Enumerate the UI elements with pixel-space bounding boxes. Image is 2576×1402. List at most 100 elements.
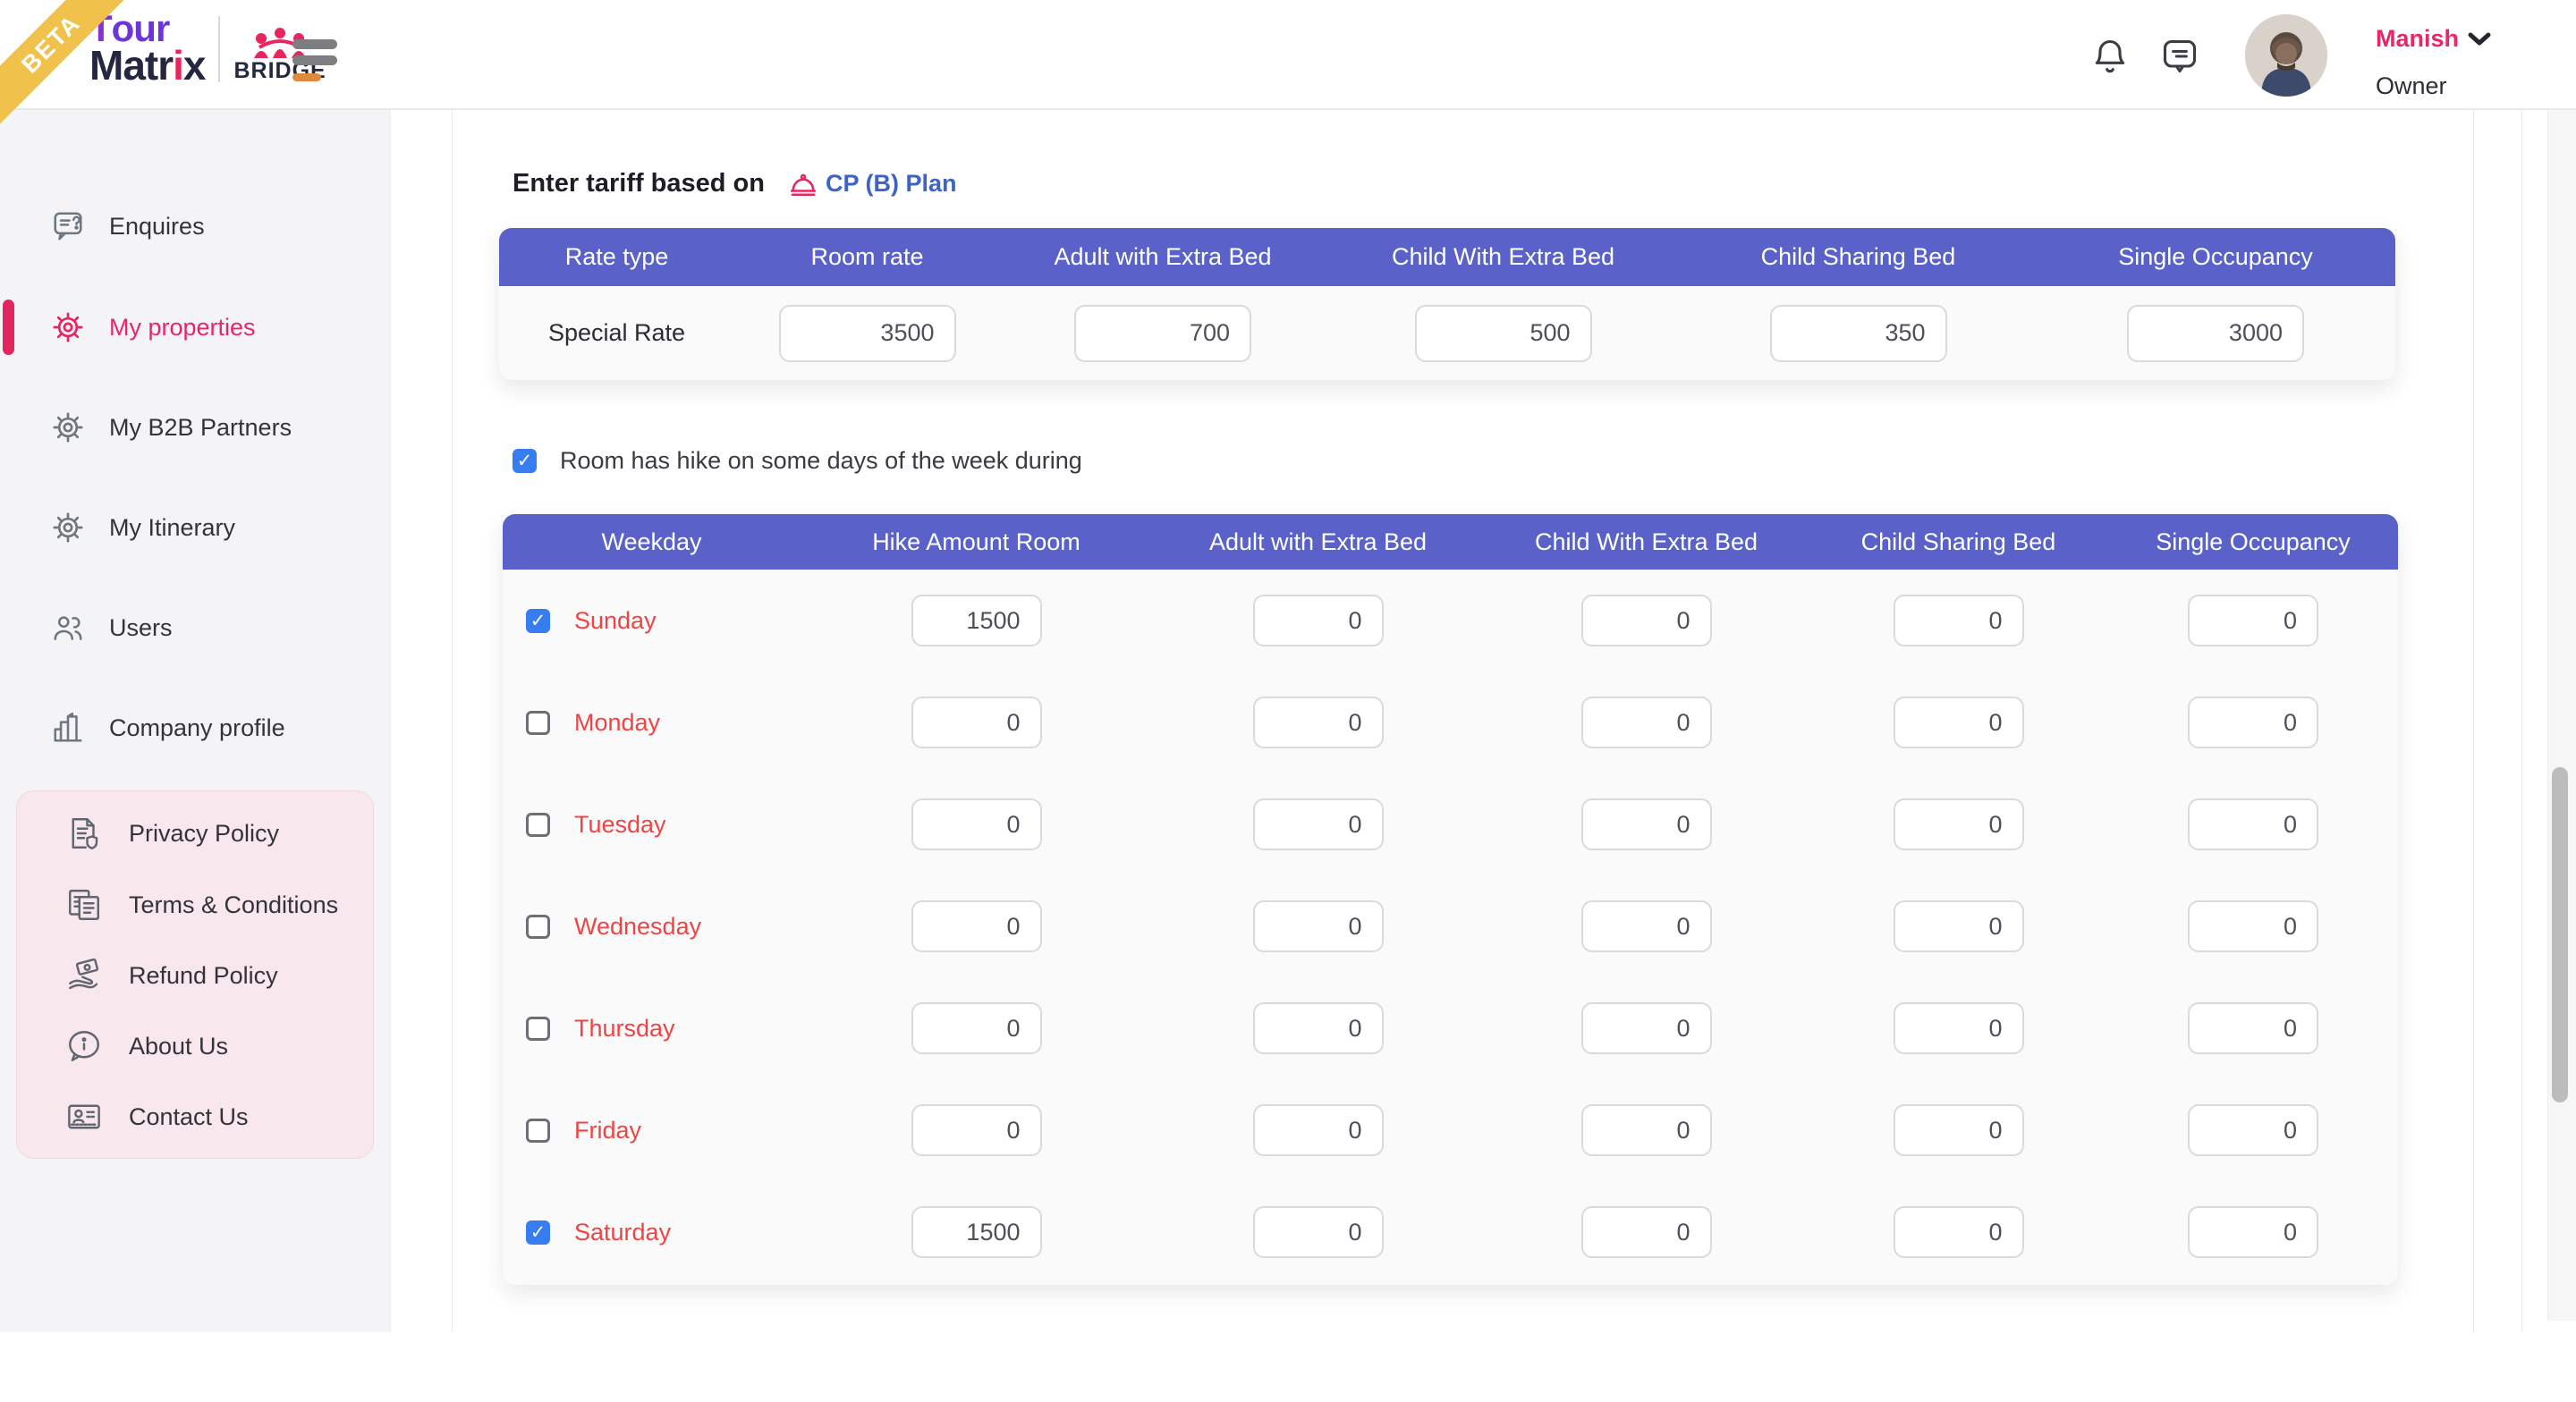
hike-value-input[interactable] bbox=[911, 798, 1042, 850]
rate-value-input[interactable] bbox=[2127, 305, 2304, 362]
sidebar-item-contact-us[interactable]: Contact Us bbox=[17, 1087, 373, 1146]
plan-link[interactable]: CP (B) Plan bbox=[788, 168, 957, 198]
sidebar-item-label: My B2B Partners bbox=[109, 414, 292, 442]
hike-value-input[interactable] bbox=[1894, 900, 2024, 952]
hike-value-input[interactable] bbox=[1253, 900, 1384, 952]
app-logo[interactable]: Tour Matrix BRIDGE bbox=[89, 11, 326, 86]
sidebar-item-about-us[interactable]: About Us bbox=[17, 1017, 373, 1076]
users-icon bbox=[51, 611, 85, 645]
hike-value-input[interactable] bbox=[2188, 1206, 2318, 1258]
hike-checkbox-label: Room has hike on some days of the week d… bbox=[560, 447, 1082, 475]
sidebar-item-terms-conditions[interactable]: Terms & Conditions bbox=[17, 875, 373, 934]
hike-value-input[interactable] bbox=[1253, 798, 1384, 850]
weekday-checkbox[interactable]: ✓ bbox=[526, 609, 550, 633]
hike-value-input[interactable] bbox=[1581, 1002, 1712, 1054]
sidebar-item-privacy-policy[interactable]: Privacy Policy bbox=[17, 804, 373, 863]
hike-checkbox[interactable]: ✓ bbox=[513, 449, 537, 473]
sidebar-item-my-itinerary[interactable]: My Itinerary bbox=[0, 500, 391, 555]
hike-value-input[interactable] bbox=[1253, 1002, 1384, 1054]
hike-value-input[interactable] bbox=[1253, 595, 1384, 646]
hike-value-input[interactable] bbox=[2188, 798, 2318, 850]
hike-value-cell bbox=[1809, 1206, 2108, 1258]
hike-value-input[interactable] bbox=[911, 595, 1042, 646]
page-scrollbar-track[interactable] bbox=[2547, 110, 2576, 1321]
rate-value-input[interactable] bbox=[1770, 305, 1947, 362]
hike-value-input[interactable] bbox=[1894, 1002, 2024, 1054]
hike-value-input[interactable] bbox=[1894, 595, 2024, 646]
hike-value-cell bbox=[1152, 1206, 1484, 1258]
sidebar-item-users[interactable]: Users bbox=[0, 600, 391, 655]
weekday-cell: Monday bbox=[503, 709, 801, 737]
hike-value-input[interactable] bbox=[2188, 595, 2318, 646]
chat-question-icon bbox=[51, 209, 85, 243]
hike-value-cell bbox=[1484, 1002, 1809, 1054]
hike-value-cell bbox=[1484, 1206, 1809, 1258]
hike-value-input[interactable] bbox=[911, 1104, 1042, 1156]
tariff-title: Enter tariff based on bbox=[513, 169, 765, 198]
hike-value-input[interactable] bbox=[911, 900, 1042, 952]
hike-table-body: ✓SundayMondayTuesdayWednesdayThursdayFri… bbox=[503, 570, 2398, 1283]
chat-icon[interactable] bbox=[2160, 36, 2199, 77]
sidebar-item-label: Refund Policy bbox=[129, 962, 278, 990]
rate-table: Rate typeRoom rateAdult with Extra BedCh… bbox=[499, 228, 2395, 380]
hike-table-col-header: Single Occupancy bbox=[2108, 514, 2398, 570]
contact-card-icon bbox=[65, 1098, 103, 1136]
hike-value-input[interactable] bbox=[911, 1206, 1042, 1258]
user-avatar[interactable] bbox=[2245, 14, 2327, 97]
weekday-checkbox[interactable] bbox=[526, 1017, 550, 1041]
gear-icon bbox=[51, 310, 85, 344]
hike-value-input[interactable] bbox=[2188, 1002, 2318, 1054]
hike-value-input[interactable] bbox=[1581, 900, 1712, 952]
weekday-label: Wednesday bbox=[574, 913, 701, 941]
rate-value-input[interactable] bbox=[1074, 305, 1251, 362]
sidebar-item-my-b2b-partners[interactable]: My B2B Partners bbox=[0, 400, 391, 455]
notification-bell-icon[interactable] bbox=[2090, 36, 2130, 77]
sidebar-item-my-properties[interactable]: My properties bbox=[0, 300, 391, 355]
inner-scrollbar-track bbox=[2473, 110, 2522, 1332]
weekday-label: Monday bbox=[574, 709, 660, 737]
hike-value-input[interactable] bbox=[1253, 1206, 1384, 1258]
hike-value-cell bbox=[2108, 1002, 2398, 1054]
hike-value-input[interactable] bbox=[1581, 1206, 1712, 1258]
sidebar-item-enquires[interactable]: Enquires bbox=[0, 198, 391, 254]
hike-value-input[interactable] bbox=[2188, 697, 2318, 748]
menu-toggle-icon[interactable] bbox=[292, 38, 339, 88]
hike-value-cell bbox=[1152, 1002, 1484, 1054]
chevron-down-icon bbox=[2468, 31, 2491, 47]
hike-table-col-header: Weekday bbox=[503, 514, 801, 570]
weekday-checkbox[interactable] bbox=[526, 813, 550, 837]
table-row: ✓Sunday bbox=[503, 570, 2398, 671]
weekday-checkbox[interactable] bbox=[526, 915, 550, 939]
sidebar-item-refund-policy[interactable]: Refund Policy bbox=[17, 946, 373, 1005]
hike-value-input[interactable] bbox=[1581, 595, 1712, 646]
hike-value-input[interactable] bbox=[911, 1002, 1042, 1054]
rate-value-input[interactable] bbox=[779, 305, 956, 362]
page-scrollbar-thumb[interactable] bbox=[2552, 767, 2568, 1102]
rate-type-cell: Special Rate bbox=[499, 319, 734, 347]
hike-value-input[interactable] bbox=[1894, 1104, 2024, 1156]
table-row: Friday bbox=[503, 1079, 2398, 1181]
hike-value-input[interactable] bbox=[1581, 1104, 1712, 1156]
hike-value-input[interactable] bbox=[1894, 697, 2024, 748]
hike-value-cell bbox=[801, 595, 1152, 646]
rate-value-input[interactable] bbox=[1415, 305, 1592, 362]
hike-value-input[interactable] bbox=[911, 697, 1042, 748]
hike-value-input[interactable] bbox=[1581, 697, 1712, 748]
hike-value-input[interactable] bbox=[1894, 798, 2024, 850]
hike-value-input[interactable] bbox=[1894, 1206, 2024, 1258]
plan-link-label: CP (B) Plan bbox=[826, 170, 957, 198]
hike-value-input[interactable] bbox=[2188, 1104, 2318, 1156]
table-row: Special Rate bbox=[499, 286, 2395, 380]
hike-value-input[interactable] bbox=[1253, 1104, 1384, 1156]
hike-value-input[interactable] bbox=[1581, 798, 1712, 850]
weekday-checkbox[interactable] bbox=[526, 711, 550, 735]
sidebar-item-company-profile[interactable]: Company profile bbox=[0, 700, 391, 756]
weekday-checkbox[interactable] bbox=[526, 1119, 550, 1143]
hike-value-cell bbox=[2108, 900, 2398, 952]
hike-value-input[interactable] bbox=[2188, 900, 2318, 952]
hike-value-cell bbox=[1484, 900, 1809, 952]
weekday-checkbox[interactable]: ✓ bbox=[526, 1220, 550, 1245]
hike-value-input[interactable] bbox=[1253, 697, 1384, 748]
hike-value-cell bbox=[1809, 1104, 2108, 1156]
user-menu[interactable]: Manish Owner bbox=[2376, 25, 2491, 100]
